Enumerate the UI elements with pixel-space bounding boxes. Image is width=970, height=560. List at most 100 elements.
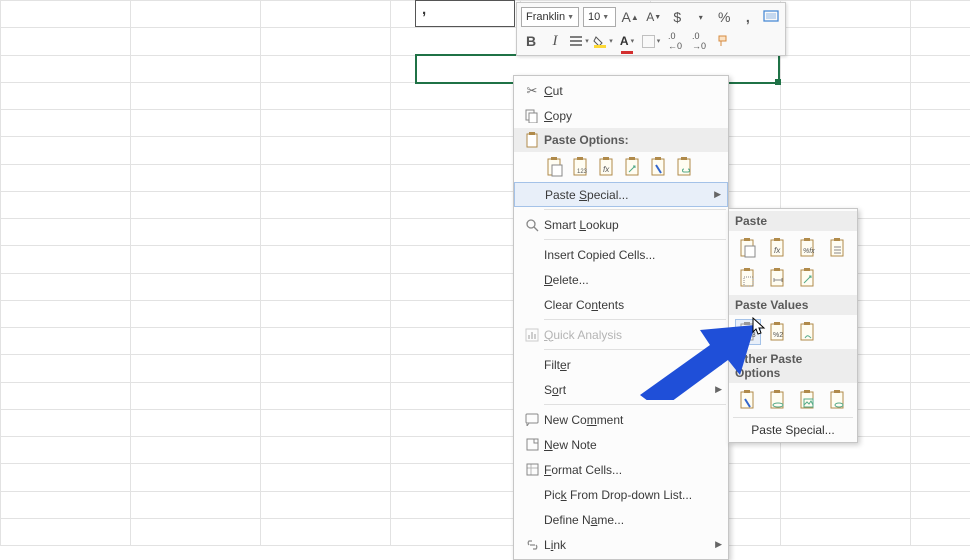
paste-values-icon[interactable]: 123 [735,319,761,345]
paste-transpose-icon[interactable] [795,265,821,291]
chevron-right-icon: ▶ [715,359,722,370]
menu-copy[interactable]: Copy [514,103,728,128]
cell-with-value[interactable]: , [415,0,515,27]
format-cells-icon [520,463,544,476]
percent-format-button[interactable]: % [714,7,734,27]
menu-clear-contents[interactable]: Clear Contents [514,292,728,317]
paste-linked-picture-icon[interactable] [825,387,851,413]
menu-format-cells[interactable]: Format Cells... [514,457,728,482]
pick-from-list-label: Pick From Drop-down List... [544,488,692,502]
decrease-font-button[interactable]: A▼ [644,7,664,27]
format-cells-label: Format Cells... [544,463,622,477]
smart-lookup-label: Smart Lookup [544,218,619,232]
svg-text:fx: fx [603,165,610,174]
svg-text:%fx: %fx [803,248,815,255]
menu-paste-special[interactable]: Paste Special... ▶ [514,182,728,207]
menu-copy-label: Copy [544,109,572,123]
paste-no-borders-icon[interactable] [735,265,761,291]
font-color-button[interactable]: A▾ [617,31,637,51]
paste-options-header: Paste Options: [514,128,728,152]
paste-formulas-icon[interactable]: fx [596,156,618,178]
menu-insert-copied-cells[interactable]: Insert Copied Cells... [514,242,728,267]
decrease-decimal-button[interactable]: .0→0 [689,31,709,51]
context-menu: ✂ Cut Copy Paste Options: 123 fx Paste S… [513,75,729,560]
svg-text:123: 123 [744,332,756,339]
paste-as-link-icon[interactable] [765,387,791,413]
format-painter-button[interactable] [713,31,733,51]
menu-cut[interactable]: ✂ Cut [514,78,728,103]
mini-toolbar: Franklin▼ 10▼ A▲ A▼ $ ▾ % , B I ▾ ▾ A▾ ▾… [516,2,786,56]
paste-icon[interactable] [735,235,761,261]
increase-decimal-button[interactable]: .0←0 [665,31,685,51]
link-label: Link [544,538,566,552]
delete-label: Delete... [544,273,589,287]
paste-formatting-icon[interactable] [648,156,670,178]
menu-cut-label: Cut [544,84,563,98]
menu-smart-lookup[interactable]: Smart Lookup [514,212,728,237]
menu-sort[interactable]: Sort ▶ [514,377,728,402]
font-name-select[interactable]: Franklin▼ [521,7,579,27]
increase-font-button[interactable]: A▲ [620,7,640,27]
font-name-value: Franklin [526,11,565,23]
fill-color-button[interactable]: ▾ [593,31,613,51]
submenu-paste-header: Paste [729,211,857,231]
paste-special-submenu: Paste fx %fx Paste Values 123 %2 Other P… [728,208,858,443]
paste-formatting-only-icon[interactable] [735,387,761,413]
paste-transpose-icon[interactable] [622,156,644,178]
menu-quick-analysis: Quick Analysis [514,322,728,347]
paste-link-icon[interactable] [674,156,696,178]
link-icon [520,540,544,550]
paste-values-123-icon[interactable]: 123 [570,156,592,178]
paste-special-footer-label: Paste Special... [751,423,834,437]
quick-analysis-icon [520,328,544,342]
format-dropdown-icon[interactable]: ▾ [691,7,711,27]
bold-button[interactable]: B [521,31,541,51]
paste-fx-format-icon[interactable]: %fx [795,235,821,261]
menu-define-name[interactable]: Define Name... [514,507,728,532]
copy-icon [520,109,544,123]
paste-keep-source-icon[interactable] [825,235,851,261]
svg-text:123: 123 [577,169,588,175]
menu-delete[interactable]: Delete... [514,267,728,292]
submenu-values-header: Paste Values [729,295,857,315]
font-size-value: 10 [588,11,600,23]
svg-text:%2: %2 [773,332,783,339]
menu-filter[interactable]: Filter ▶ [514,352,728,377]
menu-new-comment[interactable]: New Comment [514,407,728,432]
search-icon [520,218,544,232]
paste-values-number-format-icon[interactable]: %2 [765,319,791,345]
paste-options-row: 123 fx [514,152,728,182]
filter-label: Filter [544,358,571,372]
paste-values-source-format-icon[interactable] [795,319,821,345]
define-name-label: Define Name... [544,513,624,527]
font-size-select[interactable]: 10▼ [583,7,616,27]
format-painter-icon[interactable] [762,7,782,27]
menu-link[interactable]: Link ▶ [514,532,728,557]
align-icon[interactable]: ▾ [569,31,589,51]
new-note-label: New Note [544,438,597,452]
chevron-right-icon: ▶ [715,539,722,550]
sort-label: Sort [544,383,566,397]
paste-col-width-icon[interactable] [765,265,791,291]
paste-formulas-icon[interactable]: fx [765,235,791,261]
chevron-right-icon: ▶ [714,189,721,200]
menu-new-note[interactable]: New Note [514,432,728,457]
paste-special-label: Paste Special... [545,188,628,202]
paste-icon[interactable] [544,156,566,178]
submenu-paste-special-footer[interactable]: Paste Special... [733,417,853,440]
clipboard-icon [520,132,544,148]
submenu-other-header: Other Paste Options [729,349,857,383]
paste-picture-icon[interactable] [795,387,821,413]
chevron-right-icon: ▶ [715,384,722,395]
scissors-icon: ✂ [520,83,544,99]
borders-button[interactable]: ▾ [641,31,661,51]
comma-format-button[interactable]: , [738,7,758,27]
new-comment-label: New Comment [544,413,623,427]
accounting-format-button[interactable]: $ [667,7,687,27]
comment-icon [520,413,544,426]
menu-pick-from-list[interactable]: Pick From Drop-down List... [514,482,728,507]
insert-copied-label: Insert Copied Cells... [544,248,708,262]
italic-button[interactable]: I [545,31,565,51]
note-icon [520,438,544,451]
quick-analysis-label: Quick Analysis [544,328,622,342]
